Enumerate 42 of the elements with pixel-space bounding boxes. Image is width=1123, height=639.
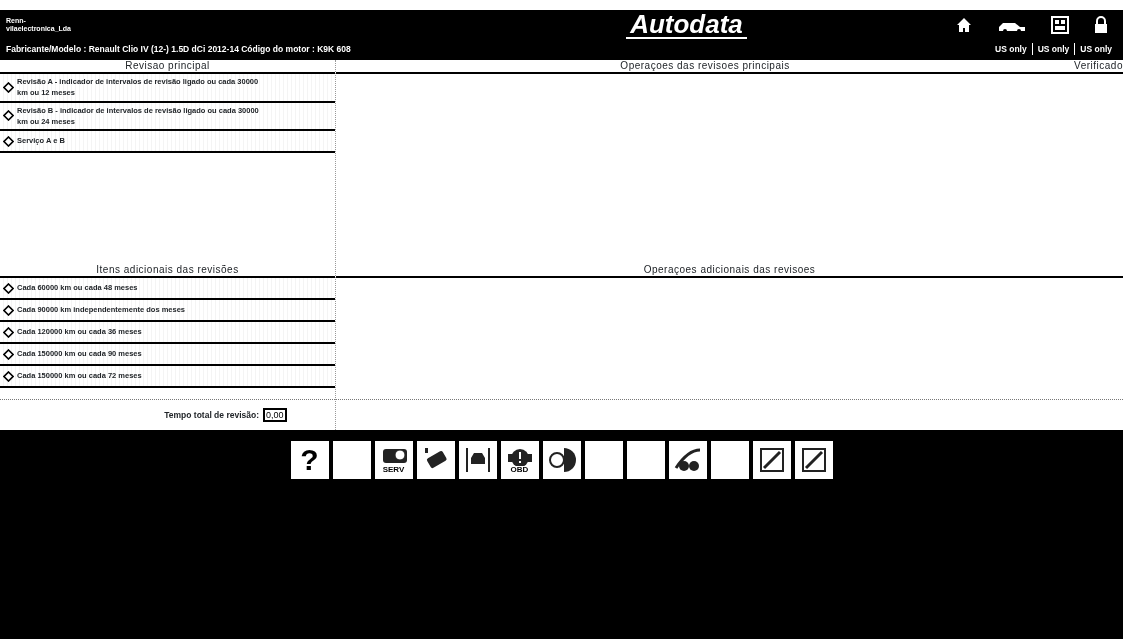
blank-tool-button[interactable] [332, 441, 371, 479]
radio-icon[interactable] [3, 370, 14, 382]
tool-button[interactable] [794, 441, 833, 479]
column-header: Verificado [1074, 60, 1123, 72]
tool-button[interactable] [542, 441, 581, 479]
tool-label: OBD [510, 466, 529, 474]
id-card-icon[interactable] [1051, 16, 1069, 34]
radio-icon[interactable] [3, 135, 14, 147]
warning-icon [505, 446, 534, 466]
region-link[interactable]: US only [1031, 42, 1075, 56]
blank-tool-button[interactable] [710, 441, 749, 479]
pen-icon [799, 446, 828, 474]
total-time-label: Tempo total de revisão: [164, 408, 259, 422]
panel-title: Operaçoes adicionais das revisoes [336, 264, 1123, 278]
radio-icon[interactable] [3, 81, 14, 93]
lock-icon[interactable] [1093, 16, 1109, 34]
help-button[interactable]: ? [290, 441, 329, 479]
blank-tool-button[interactable] [584, 441, 623, 479]
radio-icon[interactable] [3, 282, 14, 294]
wiper-icon [673, 446, 702, 474]
tool-button[interactable] [416, 441, 455, 479]
tool-button[interactable] [458, 441, 497, 479]
radio-icon[interactable] [3, 110, 14, 122]
tool-button[interactable] [668, 441, 707, 479]
radio-icon[interactable] [3, 348, 14, 360]
region-link[interactable]: US only [990, 42, 1032, 56]
home-icon[interactable] [955, 16, 973, 34]
blank-tool-button[interactable] [626, 441, 665, 479]
tool-button[interactable] [752, 441, 791, 479]
region-link[interactable]: US only [1074, 42, 1117, 56]
panel-title: Operaçoes das revisoes principais [619, 60, 791, 72]
vehicle-info: Fabricante/Modelo : Renault Clio IV (12-) 1.5D dCi 2012-14 Código do motor : K9K 608 [6, 42, 352, 56]
tool-button[interactable]: SERV [374, 441, 413, 479]
tool-button[interactable]: OBD [500, 441, 539, 479]
tool-label: SERV [382, 466, 405, 474]
pen-icon [757, 446, 786, 474]
car-lift-icon [463, 446, 492, 474]
radio-icon[interactable] [3, 304, 14, 316]
radio-icon[interactable] [3, 326, 14, 338]
total-time-field[interactable]: 0,00 [263, 408, 287, 422]
brake-disc-icon [547, 446, 576, 474]
logo: Autodata [626, 11, 747, 39]
